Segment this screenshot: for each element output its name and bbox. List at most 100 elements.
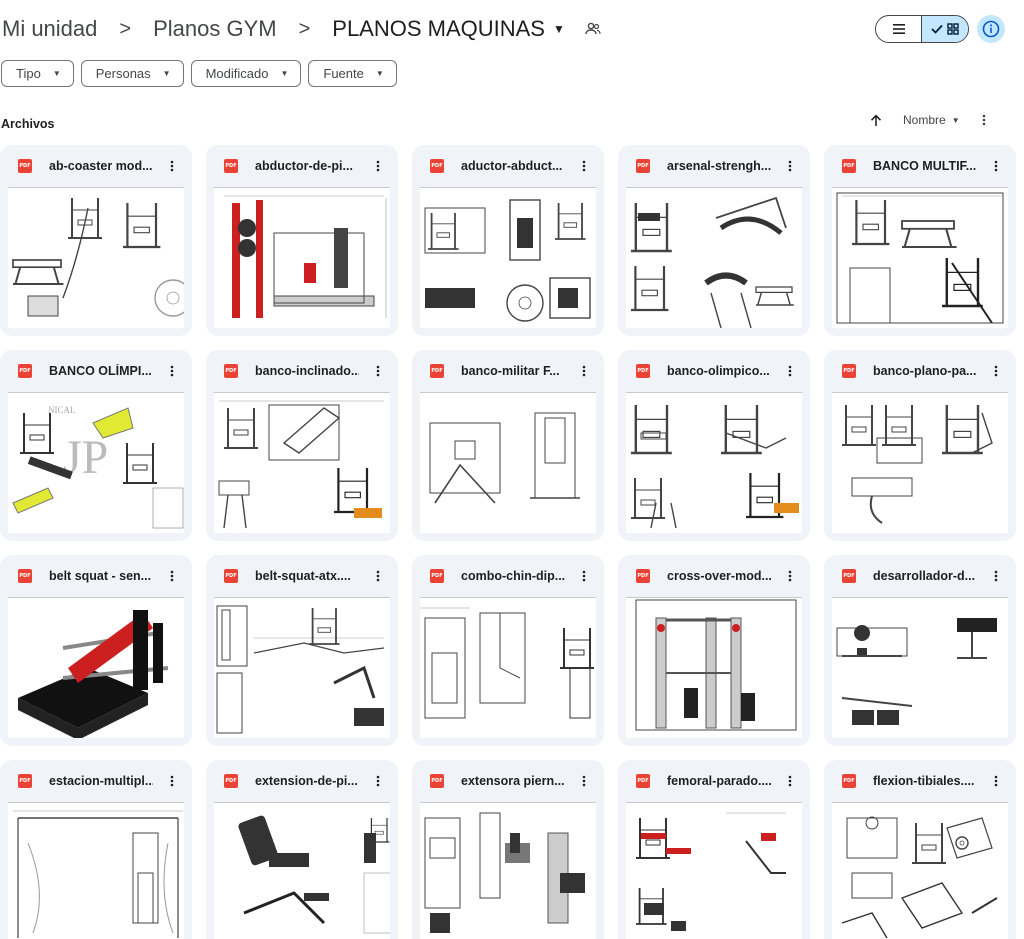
more-options-button[interactable] [988, 363, 1004, 379]
more-vert-icon [788, 570, 792, 582]
file-thumbnail[interactable] [420, 597, 596, 738]
file-thumbnail[interactable] [626, 597, 802, 738]
pdf-file-icon: PDF [636, 774, 650, 788]
more-options-button[interactable] [576, 363, 592, 379]
file-thumbnail[interactable] [832, 392, 1008, 533]
grid-view-button[interactable] [922, 16, 968, 42]
file-card[interactable]: PDF desarrollador-d... [824, 555, 1016, 746]
file-card[interactable]: PDF belt squat - sen... [0, 555, 192, 746]
view-toggle [875, 15, 969, 43]
file-card[interactable]: PDF ab-coaster mod... [0, 145, 192, 336]
more-options-button[interactable] [982, 114, 986, 126]
file-name: banco-olimpico... [667, 364, 770, 378]
file-card[interactable]: PDF extension-de-pi... [206, 760, 398, 939]
file-thumbnail[interactable] [214, 392, 390, 533]
file-card[interactable]: PDF arsenal-strengh... [618, 145, 810, 336]
more-options-button[interactable] [782, 158, 798, 174]
file-name: estacion-multipl... [49, 774, 153, 788]
pdf-file-icon: PDF [430, 569, 444, 583]
file-thumbnail[interactable] [832, 597, 1008, 738]
file-thumbnail[interactable]: NICAL JP [8, 392, 184, 533]
file-thumbnail[interactable] [832, 187, 1008, 328]
file-thumbnail[interactable] [832, 802, 1008, 939]
more-options-button[interactable] [988, 773, 1004, 789]
pdf-file-icon: PDF [636, 159, 650, 173]
pdf-file-icon: PDF [842, 569, 856, 583]
file-card[interactable]: PDF banco-inclinado... [206, 350, 398, 541]
file-thumbnail[interactable] [626, 187, 802, 328]
file-card[interactable]: PDF combo-chin-dip... [412, 555, 604, 746]
file-card[interactable]: PDF flexion-tibiales.... [824, 760, 1016, 939]
file-card[interactable]: PDF estacion-multipl... [0, 760, 192, 939]
file-thumbnail[interactable] [8, 597, 184, 738]
more-vert-icon [994, 570, 998, 582]
caret-down-icon: ▼ [375, 69, 384, 78]
breadcrumb: Mi unidad > Planos GYM > PLANOS MAQUINAS… [0, 12, 601, 46]
more-vert-icon [376, 365, 380, 377]
file-card[interactable]: PDF cross-over-mod... [618, 555, 810, 746]
file-card[interactable]: PDF abductor-de-pi... [206, 145, 398, 336]
file-name: femoral-parado.... [667, 774, 771, 788]
more-options-button[interactable] [782, 568, 798, 584]
filter-label: Personas [95, 66, 151, 81]
more-vert-icon [376, 570, 380, 582]
details-button[interactable] [977, 15, 1005, 43]
more-options-button[interactable] [576, 158, 592, 174]
more-options-button[interactable] [370, 158, 386, 174]
file-card[interactable]: PDF banco-militar F... [412, 350, 604, 541]
arrow-up-icon [870, 114, 882, 126]
file-thumbnail[interactable] [8, 187, 184, 328]
list-view-button[interactable] [876, 16, 922, 42]
file-card[interactable]: PDF BANCO OLÍMPI... NICAL JP [0, 350, 192, 541]
more-options-button[interactable] [370, 363, 386, 379]
file-card[interactable]: PDF BANCO MULTIF... [824, 145, 1016, 336]
breadcrumb-planos-gym[interactable]: Planos GYM [151, 14, 279, 44]
file-thumbnail[interactable] [214, 597, 390, 738]
shared-folder-icon[interactable] [585, 22, 601, 36]
more-options-button[interactable] [782, 773, 798, 789]
file-thumbnail[interactable] [626, 802, 802, 939]
caret-down-icon: ▼ [280, 69, 289, 78]
file-card[interactable]: PDF femoral-parado.... [618, 760, 810, 939]
more-options-button[interactable] [164, 568, 180, 584]
file-thumbnail[interactable] [214, 802, 390, 939]
breadcrumb-mi-unidad[interactable]: Mi unidad [0, 14, 99, 44]
more-options-button[interactable] [164, 363, 180, 379]
more-options-button[interactable] [988, 568, 1004, 584]
file-card[interactable]: PDF banco-olimpico... [618, 350, 810, 541]
file-card[interactable]: PDF extensora piern... [412, 760, 604, 939]
file-thumbnail[interactable] [420, 802, 596, 939]
more-options-button[interactable] [164, 158, 180, 174]
file-thumbnail[interactable] [420, 187, 596, 328]
more-options-button[interactable] [576, 773, 592, 789]
breadcrumb-current-folder[interactable]: PLANOS MAQUINAS ▼ [330, 14, 567, 44]
sort-by-button[interactable]: Nombre ▼ [903, 113, 960, 127]
pdf-file-icon: PDF [842, 774, 856, 788]
filter-tipo[interactable]: Tipo ▼ [1, 60, 74, 87]
more-options-button[interactable] [988, 158, 1004, 174]
filter-fuente[interactable]: Fuente ▼ [308, 60, 397, 87]
file-thumbnail[interactable] [420, 392, 596, 533]
file-thumbnail[interactable] [214, 187, 390, 328]
filter-modificado[interactable]: Modificado ▼ [190, 60, 302, 87]
file-grid: PDF ab-coaster mod... PDF abductor-de-pi… [0, 145, 1016, 939]
filter-label: Tipo [16, 66, 41, 81]
filter-personas[interactable]: Personas ▼ [80, 60, 184, 87]
more-options-button[interactable] [370, 773, 386, 789]
file-name: abductor-de-pi... [255, 159, 353, 173]
sort-direction-button[interactable] [866, 114, 886, 127]
more-options-button[interactable] [164, 773, 180, 789]
more-options-button[interactable] [782, 363, 798, 379]
file-card[interactable]: PDF aductor-abduct... [412, 145, 604, 336]
file-card[interactable]: PDF belt-squat-atx.... [206, 555, 398, 746]
file-thumbnail[interactable] [626, 392, 802, 533]
file-name: ab-coaster mod... [49, 159, 153, 173]
caret-down-icon: ▼ [162, 69, 171, 78]
more-options-button[interactable] [576, 568, 592, 584]
file-thumbnail[interactable] [8, 802, 184, 939]
file-card[interactable]: PDF banco-plano-pa... [824, 350, 1016, 541]
more-options-button[interactable] [370, 568, 386, 584]
more-vert-icon [788, 160, 792, 172]
file-name: banco-plano-pa... [873, 364, 977, 378]
pdf-file-icon: PDF [224, 364, 238, 378]
